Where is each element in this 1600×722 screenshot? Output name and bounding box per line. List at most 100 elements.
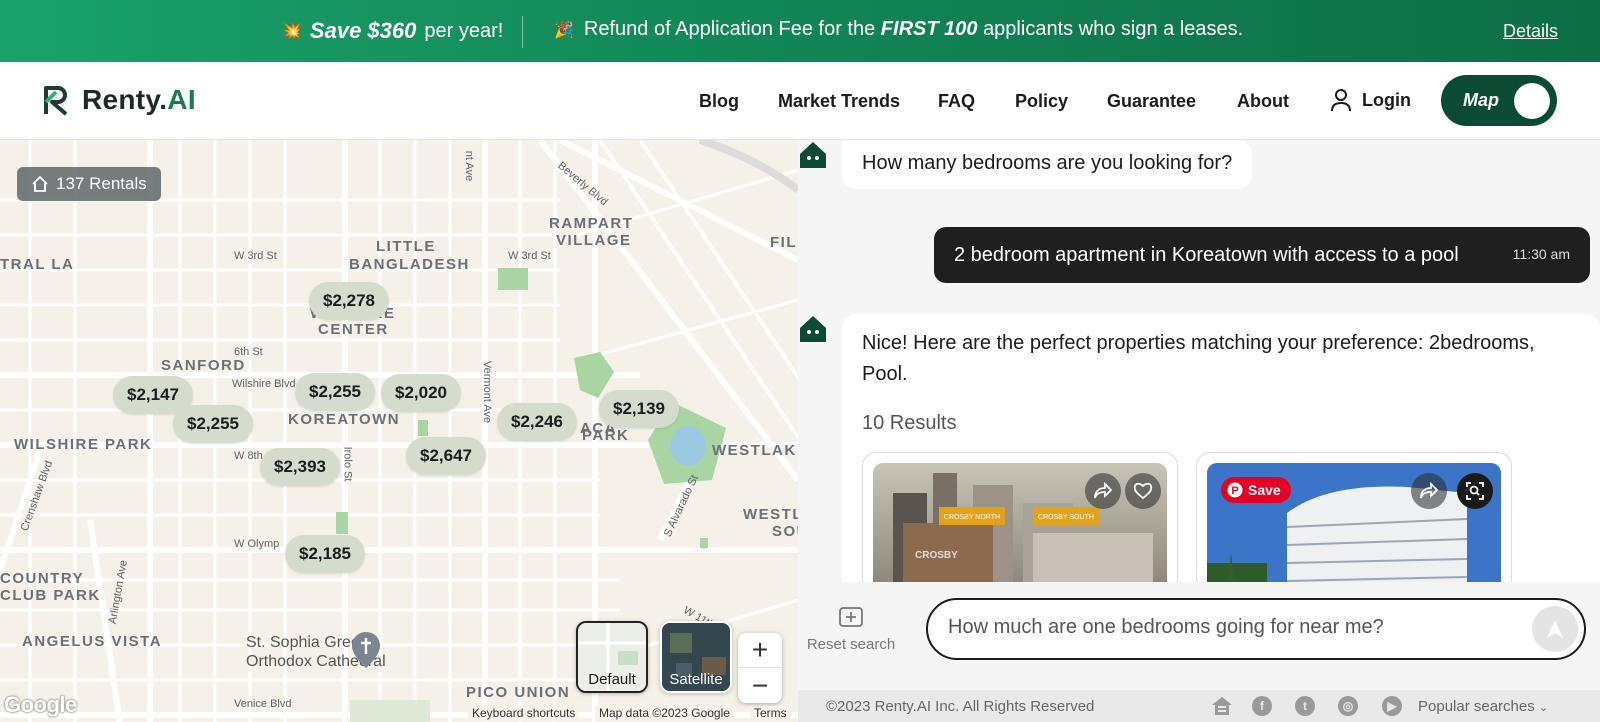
street-w3rd-a: W 3rd St xyxy=(234,250,277,262)
site-footer: ©2023 Renty.AI Inc. All Rights Reserved … xyxy=(798,690,1600,722)
map-type-default-button[interactable]: Default xyxy=(576,621,648,693)
bot-avatar-icon xyxy=(800,142,826,168)
logo[interactable]: Renty.AI xyxy=(42,84,196,116)
map-label-pico-union: PICO UNION xyxy=(466,684,571,701)
nav-policy[interactable]: Policy xyxy=(1015,91,1068,112)
share-button[interactable] xyxy=(1411,473,1447,509)
price-pin[interactable]: $2,139 xyxy=(599,390,679,428)
share-button[interactable] xyxy=(1085,473,1121,509)
promo-save: 💥 Save $360 per year! xyxy=(282,18,503,44)
chat-panel: How many bedrooms are you looking for? 2… xyxy=(798,140,1600,582)
reset-search-button[interactable]: Reset search xyxy=(806,606,896,653)
send-button[interactable] xyxy=(1532,606,1578,652)
promo-details-link[interactable]: Details xyxy=(1503,21,1558,42)
twitter-icon[interactable]: t xyxy=(1295,696,1315,716)
map-label-fil: FIL xyxy=(770,234,797,251)
listing-card[interactable]: CROSBY NORTH CROSBY SOUTH CROSBY xyxy=(862,452,1178,582)
price-pin[interactable]: $2,185 xyxy=(285,535,365,573)
map-label-westlake: WESTLAK xyxy=(712,442,797,459)
nav-blog[interactable]: Blog xyxy=(699,91,739,112)
popular-searches-dropdown[interactable]: Popular searches ⌄ xyxy=(1418,698,1548,715)
chevron-down-icon: ⌄ xyxy=(1538,702,1549,714)
pinterest-icon: P xyxy=(1227,482,1243,498)
street-6th: 6th St xyxy=(234,346,263,358)
listing-image[interactable]: CROSBY NORTH CROSBY SOUTH CROSBY xyxy=(873,463,1167,582)
rentals-count-label: 137 Rentals xyxy=(56,174,147,193)
renty-logo-icon xyxy=(44,86,68,116)
map-toggle-knob xyxy=(1514,83,1550,119)
map-label-bangladesh: BANGLADESH xyxy=(349,256,470,273)
nav-market-trends[interactable]: Market Trends xyxy=(778,91,900,112)
promo-banner: 💥 Save $360 per year! 🎉 Refund of Applic… xyxy=(0,0,1600,62)
keyboard-shortcuts-link[interactable]: Keyboard shortcuts xyxy=(468,706,580,722)
street-w-olympic: W Olymp xyxy=(234,538,280,550)
price-pin[interactable]: $2,393 xyxy=(260,448,340,486)
nav-guarantee[interactable]: Guarantee xyxy=(1107,91,1196,112)
reset-icon xyxy=(839,607,863,627)
street-w8th: W 8th xyxy=(234,450,263,462)
equal-housing-icon[interactable] xyxy=(1211,696,1233,716)
map-label-angelus-vista: ANGELUS VISTA xyxy=(22,633,163,650)
chat-input[interactable] xyxy=(948,616,1508,639)
map-terms-link[interactable]: Terms xyxy=(750,706,791,722)
firework-icon: 💥 xyxy=(282,23,302,40)
copyright: ©2023 Renty.AI Inc. All Rights Reserved xyxy=(826,698,1095,715)
map-label-center: CENTER xyxy=(318,321,389,338)
listing-image[interactable]: P Save xyxy=(1207,463,1501,582)
nav-about[interactable]: About xyxy=(1237,91,1289,112)
visual-search-button[interactable] xyxy=(1457,473,1493,509)
facebook-icon[interactable]: f xyxy=(1252,696,1272,716)
pinterest-save-button[interactable]: P Save xyxy=(1221,477,1291,503)
bot-avatar-icon xyxy=(800,316,826,342)
map-toggle-label: Map xyxy=(1463,90,1499,110)
map-panel[interactable]: 137 Rentals TRAL LA LITTLE BANGLADESH RA… xyxy=(0,140,798,722)
price-pin[interactable]: $2,246 xyxy=(497,403,577,441)
street-wilshire-blvd: Wilshire Blvd xyxy=(232,378,296,390)
nav-faq[interactable]: FAQ xyxy=(938,91,975,112)
church-pin-icon[interactable] xyxy=(352,632,380,668)
reset-search-label: Reset search xyxy=(806,636,896,653)
party-popper-icon: 🎉 xyxy=(554,21,574,39)
street-w3rd-b: W 3rd St xyxy=(508,250,551,262)
message-timestamp: 11:30 am xyxy=(1512,246,1570,262)
map-label-park: PARK xyxy=(582,427,630,444)
youtube-icon[interactable]: ▶ xyxy=(1382,696,1402,716)
rentals-count-badge[interactable]: 137 Rentals xyxy=(17,167,161,201)
price-pin[interactable]: $2,255 xyxy=(295,373,375,411)
street-irolo: Irolo St xyxy=(341,446,354,482)
map-toggle[interactable]: Map xyxy=(1441,75,1557,126)
map-label-rampart: RAMPART xyxy=(549,215,634,232)
results-count: 10 Results xyxy=(862,412,957,434)
street-venice: Venice Blvd xyxy=(234,698,292,710)
site-header: Renty.AI Blog Market Trends FAQ Policy G… xyxy=(0,62,1600,140)
map-label-wilshire-park: WILSHIRE PARK xyxy=(14,436,153,453)
price-pin[interactable]: $2,255 xyxy=(173,405,253,443)
building-sign: CROSBY xyxy=(915,550,958,561)
bot-response-text: Nice! Here are the perfect properties ma… xyxy=(862,332,1535,385)
share-icon xyxy=(1420,482,1439,499)
map-label-village: VILLAGE xyxy=(556,232,632,249)
user-icon xyxy=(1331,89,1351,112)
zoom-out-button[interactable]: − xyxy=(738,668,782,703)
map-type-default-label: Default xyxy=(588,671,636,688)
login-button[interactable]: Login xyxy=(1330,88,1411,112)
promo-refund-bold: FIRST 100 xyxy=(880,18,978,40)
pinterest-save-label: Save xyxy=(1248,482,1281,498)
listing-card[interactable]: P Save xyxy=(1196,452,1512,582)
home-icon xyxy=(32,175,48,192)
login-label: Login xyxy=(1362,89,1411,110)
chat-input-box xyxy=(926,598,1586,660)
price-pin[interactable]: $2,647 xyxy=(406,437,486,475)
map-label-little: LITTLE xyxy=(376,238,436,255)
map-type-satellite-button[interactable]: Satellite xyxy=(660,621,732,693)
favorite-button[interactable] xyxy=(1125,473,1161,509)
heart-icon xyxy=(1133,482,1153,500)
promo-save-amount: Save $360 xyxy=(309,18,417,43)
share-icon xyxy=(1094,482,1113,499)
google-logo[interactable]: Google xyxy=(4,692,77,718)
zoom-in-button[interactable]: + xyxy=(738,633,782,668)
price-pin[interactable]: $2,278 xyxy=(309,282,389,320)
price-pin[interactable]: $2,020 xyxy=(381,374,461,412)
zoom-control: + − xyxy=(738,633,782,703)
instagram-icon[interactable]: ◎ xyxy=(1338,696,1358,716)
